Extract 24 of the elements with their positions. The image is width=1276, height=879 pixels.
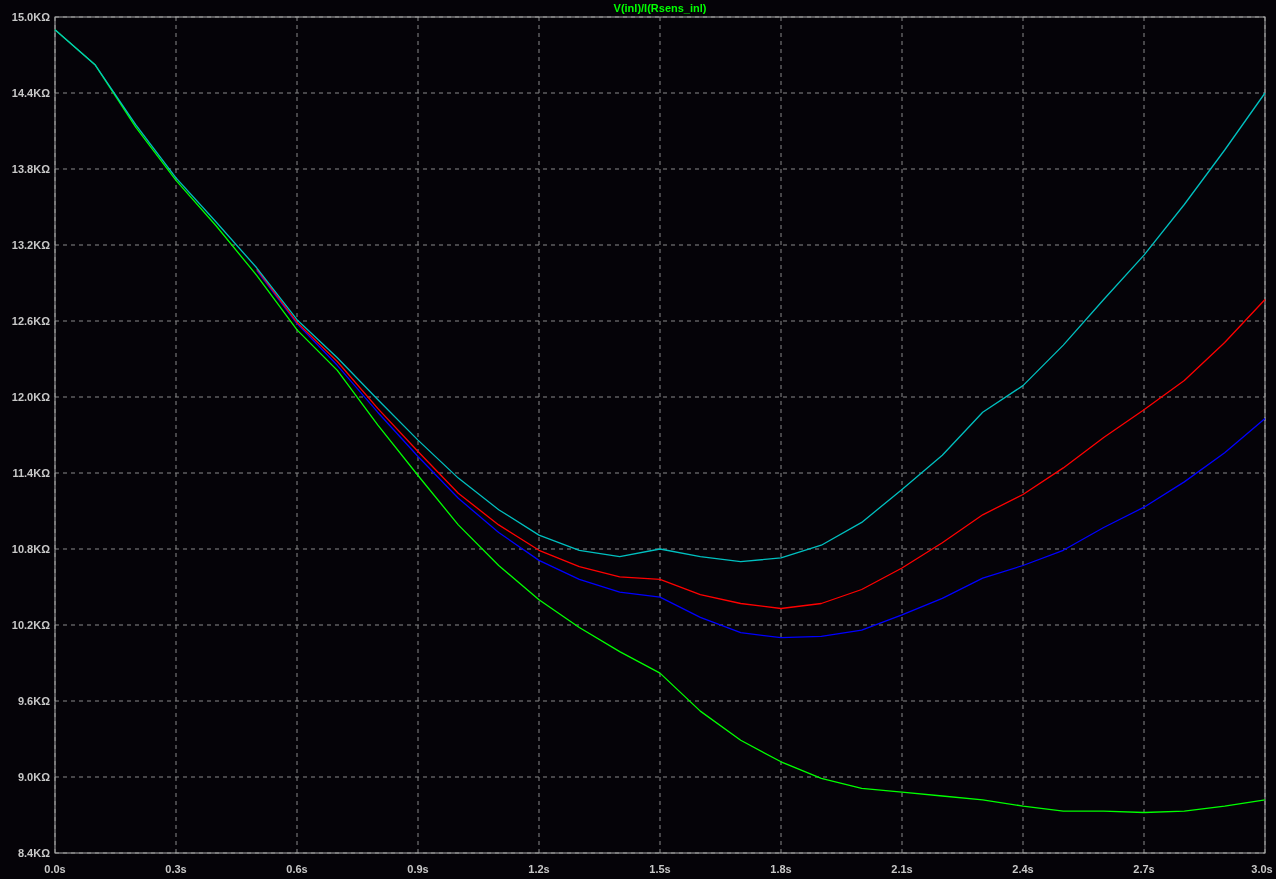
x-tick-label: 1.8s <box>770 863 792 875</box>
x-tick-label: 2.7s <box>1133 863 1155 875</box>
y-tick-label: 13.8KΩ <box>11 163 50 175</box>
x-tick-label: 0.6s <box>286 863 308 875</box>
y-tick-label: 8.4KΩ <box>17 847 50 859</box>
y-tick-label: 10.2KΩ <box>11 619 50 631</box>
y-tick-label: 9.6KΩ <box>17 695 50 707</box>
x-tick-label: 1.5s <box>649 863 671 875</box>
y-tick-label: 9.0KΩ <box>17 771 50 783</box>
y-tick-label: 14.4KΩ <box>11 87 50 99</box>
y-tick-label: 11.4KΩ <box>12 467 50 479</box>
y-tick-label: 13.2KΩ <box>11 239 50 251</box>
x-tick-label: 2.1s <box>891 863 913 875</box>
chart-title: V(inl)/I(Rsens_inl) <box>613 2 707 14</box>
x-tick-label: 2.4s <box>1012 863 1034 875</box>
x-tick-label: 0.9s <box>407 863 429 875</box>
x-tick-label: 1.2s <box>528 863 550 875</box>
x-tick-label: 0.0s <box>44 863 66 875</box>
y-tick-label: 15.0KΩ <box>11 11 50 23</box>
x-tick-label: 3.0s <box>1251 863 1273 875</box>
y-tick-label: 12.6KΩ <box>11 315 50 327</box>
y-tick-label: 12.0KΩ <box>11 391 50 403</box>
y-tick-label: 10.8KΩ <box>11 543 50 555</box>
x-tick-label: 0.3s <box>165 863 187 875</box>
